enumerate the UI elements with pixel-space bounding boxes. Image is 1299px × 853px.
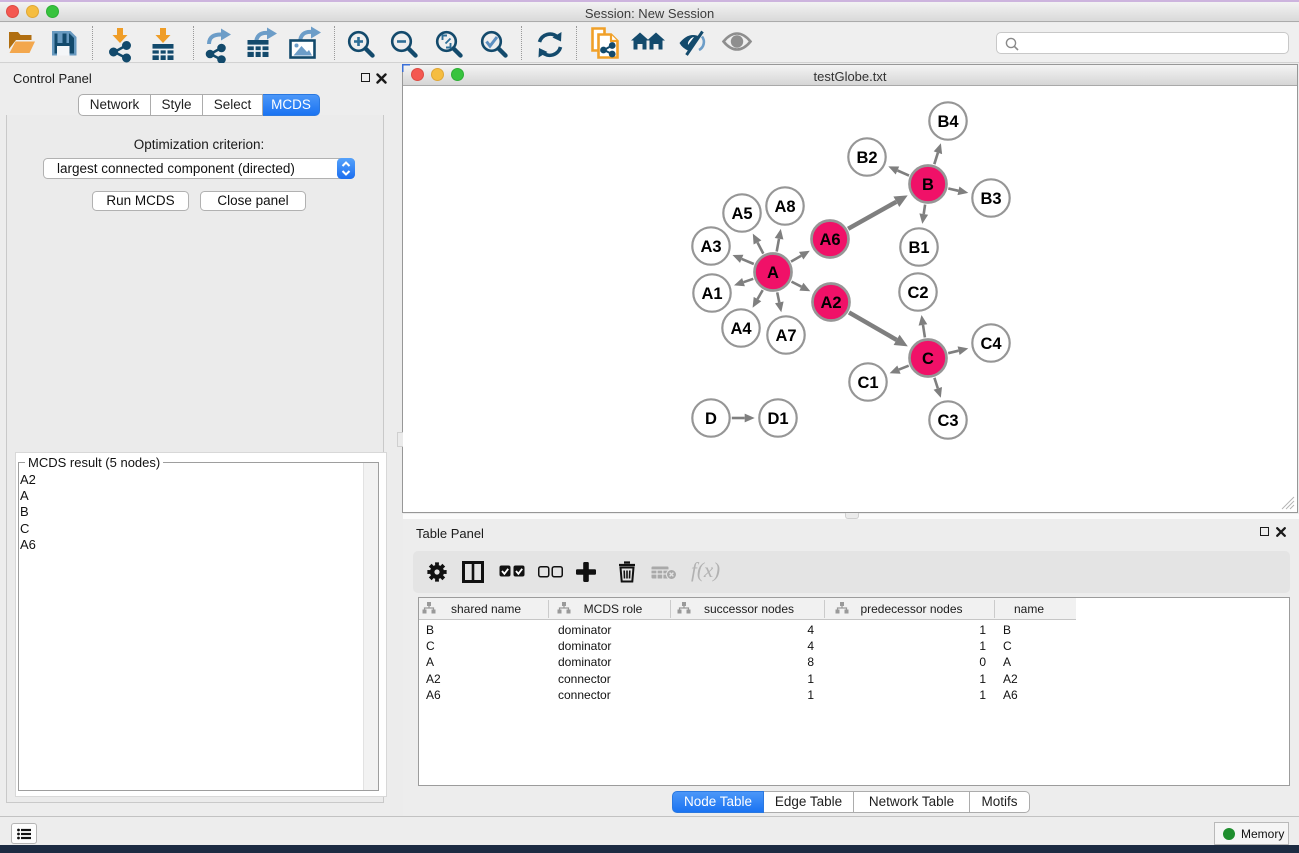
svg-text:A6: A6	[819, 231, 840, 249]
svg-text:C4: C4	[980, 335, 1002, 353]
svg-text:B1: B1	[908, 239, 929, 257]
svg-text:A8: A8	[774, 198, 795, 216]
svg-text:B2: B2	[856, 149, 877, 167]
svg-text:C2: C2	[907, 284, 928, 302]
svg-text:B4: B4	[937, 113, 959, 131]
svg-text:B: B	[922, 176, 934, 194]
svg-text:A4: A4	[730, 320, 752, 338]
svg-text:D: D	[705, 410, 717, 428]
svg-text:C3: C3	[937, 412, 958, 430]
svg-text:A1: A1	[701, 285, 722, 303]
svg-text:A5: A5	[731, 205, 752, 223]
svg-text:A: A	[767, 264, 779, 282]
svg-text:A7: A7	[775, 327, 796, 345]
svg-text:D1: D1	[767, 410, 788, 428]
svg-text:C1: C1	[857, 374, 878, 392]
svg-text:A3: A3	[700, 238, 721, 256]
svg-text:B3: B3	[980, 190, 1001, 208]
svg-text:C: C	[922, 350, 934, 368]
svg-text:A2: A2	[820, 294, 841, 312]
